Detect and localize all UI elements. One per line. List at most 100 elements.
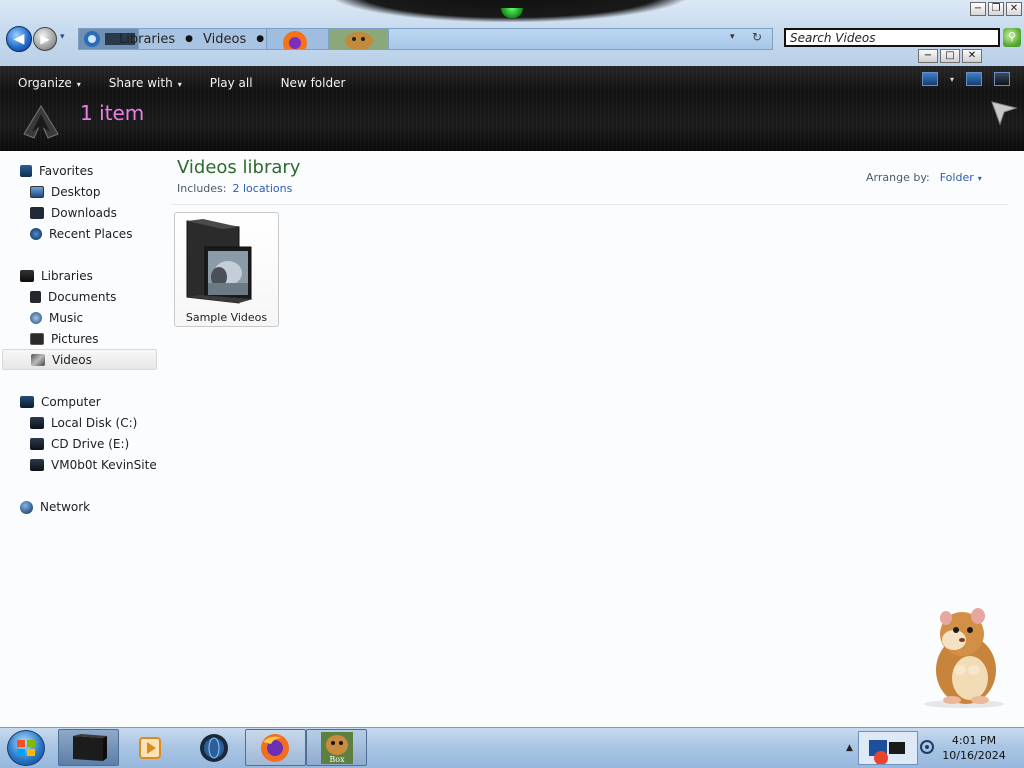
show-hidden-icons-button[interactable]: ▲ — [846, 743, 853, 753]
minimize-button[interactable]: − — [918, 49, 938, 63]
chevron-down-icon[interactable]: ▾ — [978, 174, 982, 183]
search-icon[interactable]: ⚲ — [1003, 28, 1021, 47]
nav-libraries[interactable]: Libraries — [20, 266, 93, 286]
nav-videos-label: Videos — [52, 352, 92, 367]
nav-cd-drive[interactable]: CD Drive (E:) — [30, 434, 129, 454]
nav-videos[interactable]: Videos — [2, 349, 157, 370]
maximize-button[interactable]: □ — [940, 49, 960, 63]
organize-button[interactable]: Organize ▾ — [8, 76, 91, 90]
share-with-button[interactable]: Share with ▾ — [99, 76, 192, 90]
cd-drive-icon — [30, 438, 44, 450]
pictures-icon — [30, 333, 44, 345]
notification-area[interactable] — [858, 731, 918, 765]
nav-network-drive[interactable]: VM0b0t KevinSite — [30, 455, 157, 475]
breadcrumb-separator-icon[interactable]: ● — [252, 34, 268, 44]
divider — [172, 204, 1008, 205]
computer-icon — [20, 396, 34, 408]
outer-restore-button[interactable]: ❐ — [988, 2, 1004, 16]
taskbar-game[interactable]: Box — [306, 729, 367, 766]
nav-desktop-label: Desktop — [51, 185, 101, 199]
close-button[interactable]: ✕ — [962, 49, 982, 63]
nav-pictures-label: Pictures — [51, 332, 99, 346]
nav-pictures[interactable]: Pictures — [30, 329, 99, 349]
nav-documents[interactable]: Documents — [30, 287, 116, 307]
star-icon — [20, 165, 32, 177]
media-player-icon — [139, 737, 161, 759]
globe-icon — [200, 734, 228, 762]
search-box — [784, 28, 1000, 47]
help-icon[interactable] — [994, 72, 1010, 86]
system-clock[interactable]: 4:01 PM 10/16/2024 — [938, 733, 1010, 763]
nav-downloads-label: Downloads — [51, 206, 117, 220]
nav-network-drive-label: VM0b0t KevinSite — [51, 458, 157, 472]
recent-pages-dropdown[interactable]: ▾ — [60, 32, 65, 42]
music-icon — [30, 312, 42, 324]
hard-disk-icon — [30, 417, 44, 429]
nav-network[interactable]: Network — [20, 497, 90, 517]
nav-favorites[interactable]: Favorites — [20, 161, 93, 181]
breadcrumb-libraries[interactable]: Libraries — [83, 32, 181, 47]
nav-cd-drive-label: CD Drive (E:) — [51, 437, 130, 451]
play-all-button[interactable]: Play all — [200, 76, 263, 90]
nav-music[interactable]: Music — [30, 308, 83, 328]
taskbar-media-player[interactable] — [123, 729, 184, 766]
nav-recent-places[interactable]: Recent Places — [30, 224, 132, 244]
forward-arrow-icon[interactable]: ▶ — [33, 27, 57, 51]
library-includes: Includes: 2 locations — [177, 182, 292, 195]
breadcrumb-separator-icon[interactable]: ● — [181, 34, 197, 44]
folder-item[interactable]: Sample Videos — [174, 212, 279, 327]
arrange-by-dropdown[interactable]: Folder — [940, 171, 974, 184]
clock-date: 10/16/2024 — [942, 749, 1006, 762]
nav-downloads[interactable]: Downloads — [30, 203, 117, 223]
item-count: 1 item — [80, 101, 145, 125]
nav-computer-label: Computer — [41, 395, 101, 409]
search-input[interactable] — [786, 30, 998, 45]
address-bar[interactable]: Libraries ● Videos ● — [78, 28, 773, 50]
tray-apps-icon — [869, 740, 905, 765]
firefox-icon — [261, 734, 289, 762]
taskbar-firefox[interactable] — [245, 729, 306, 766]
arrange-by-label: Arrange by: — [866, 171, 930, 184]
nav-music-label: Music — [49, 311, 84, 325]
game-box-label: Box — [329, 755, 345, 764]
organize-label: Organize — [18, 76, 72, 90]
share-with-label: Share with — [108, 76, 173, 90]
change-view-icon[interactable] — [921, 72, 938, 86]
nav-favorites-label: Favorites — [39, 164, 94, 178]
nav-local-disk-label: Local Disk (C:) — [51, 416, 138, 430]
back-arrow-icon[interactable]: ◀ — [6, 26, 32, 52]
network-drive-icon — [30, 459, 44, 471]
hamster-desktop-pet-icon — [924, 608, 1004, 708]
clock-time: 4:01 PM — [951, 734, 997, 747]
network-globe-icon — [20, 500, 33, 514]
recent-places-icon — [30, 228, 42, 240]
nav-computer[interactable]: Computer — [20, 392, 101, 412]
downloads-icon — [30, 207, 44, 219]
folder-icon — [186, 219, 253, 304]
libraries-icon — [20, 270, 34, 282]
videos-icon — [31, 353, 45, 366]
chevron-down-icon[interactable]: ▾ — [950, 75, 954, 84]
command-bar: Organize ▾ Share with ▾ Play all New folde… — [0, 66, 1024, 151]
library-locations-link[interactable]: 2 locations — [232, 182, 292, 195]
refresh-icon[interactable]: ↻ — [752, 30, 762, 44]
nav-desktop[interactable]: Desktop — [30, 182, 101, 202]
volume-icon[interactable] — [920, 738, 934, 756]
taskbar-browser[interactable] — [184, 729, 245, 766]
outer-minimize-button[interactable]: − — [970, 2, 986, 16]
nav-local-disk[interactable]: Local Disk (C:) — [30, 413, 137, 433]
outer-close-button[interactable]: ✕ — [1006, 2, 1022, 16]
address-history-dropdown[interactable]: ▾ — [730, 32, 735, 42]
preview-pane-icon[interactable] — [966, 72, 982, 86]
game-thumbnail — [329, 29, 389, 49]
taskbar-explorer[interactable] — [58, 729, 119, 766]
nav-documents-label: Documents — [48, 290, 117, 304]
folder-label: Sample Videos — [185, 311, 268, 324]
breadcrumb-videos[interactable]: Videos — [197, 32, 252, 47]
new-folder-button[interactable]: New folder — [271, 76, 356, 90]
nav-network-label: Network — [40, 500, 91, 514]
toolbar: Organize ▾ Share with ▾ Play all New folde… — [8, 72, 355, 94]
breadcrumb: Libraries ● Videos ● — [83, 29, 268, 49]
chevron-down-icon: ▾ — [76, 80, 81, 89]
arrange-by: Arrange by: Folder ▾ — [866, 171, 982, 184]
